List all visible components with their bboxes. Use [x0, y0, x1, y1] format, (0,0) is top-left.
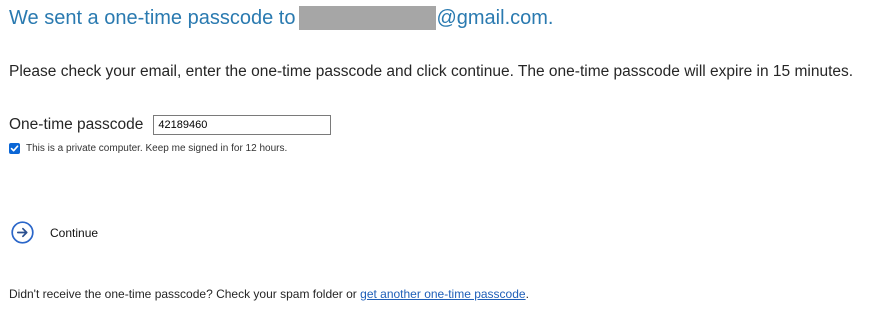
heading-email-domain: @gmail.com.	[436, 6, 554, 29]
footer-message: Didn't receive the one-time passcode? Ch…	[9, 287, 357, 301]
keep-signed-in-row: This is a private computer. Keep me sign…	[9, 143, 287, 154]
continue-label[interactable]: Continue	[50, 226, 98, 240]
keep-signed-in-checkbox[interactable]	[9, 143, 20, 154]
checkmark-icon	[10, 145, 19, 152]
passcode-label: One-time passcode	[9, 116, 144, 133]
arrow-right-circle-icon[interactable]	[11, 221, 34, 244]
instructions-text: Please check your email, enter the one-t…	[9, 63, 854, 80]
page-heading: We sent a one-time passcode to @gmail.co…	[9, 5, 553, 31]
continue-button[interactable]: Continue	[11, 221, 98, 244]
redacted-email-block	[299, 6, 437, 30]
heading-prefix: We sent a one-time passcode to	[9, 6, 296, 29]
footer-text: Didn't receive the one-time passcode? Ch…	[9, 287, 529, 301]
footer-period: .	[525, 287, 529, 301]
passcode-row: One-time passcode	[9, 113, 332, 137]
keep-signed-in-label: This is a private computer. Keep me sign…	[26, 143, 288, 154]
passcode-input[interactable]	[153, 115, 332, 135]
resend-passcode-link[interactable]: get another one-time passcode	[360, 287, 525, 301]
